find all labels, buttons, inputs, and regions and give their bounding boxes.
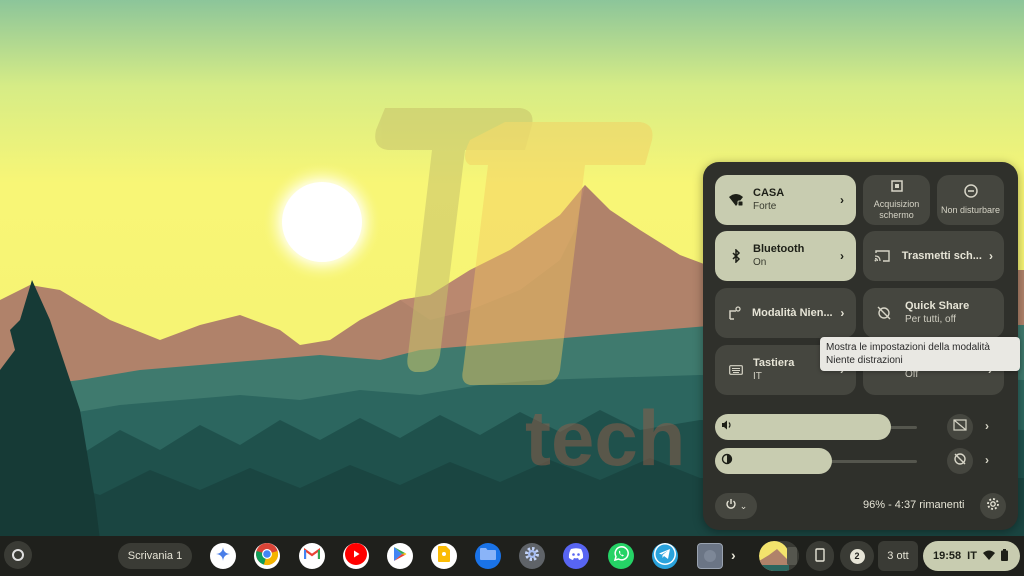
quick-share-status: Per tutti, off (905, 314, 956, 325)
date-tray[interactable]: 3 ott (878, 541, 918, 571)
focus-mode-tooltip: Mostra le impostazioni della modalità Ni… (820, 337, 1020, 371)
screen-capture-tile[interactable]: Acquisizion schermo (863, 175, 930, 225)
quick-share-tile[interactable]: Quick Share Per tutti, off (863, 288, 1004, 338)
gear-icon (986, 497, 1000, 516)
focus-mode-label: Modalità Nien... (751, 307, 833, 319)
power-menu-button[interactable]: ⌄ (715, 493, 757, 519)
app-whatsapp[interactable] (608, 543, 634, 569)
wifi-icon (982, 550, 995, 563)
input-method: IT (967, 550, 977, 562)
chrome-icon (255, 543, 279, 569)
cast-icon (867, 250, 898, 262)
holding-space-button[interactable] (759, 541, 799, 571)
app-generic[interactable] (697, 543, 723, 569)
quick-share-off-icon (867, 306, 901, 320)
watermark-text: tech (525, 394, 685, 482)
do-not-disturb-tile[interactable]: Non disturbare (937, 175, 1004, 225)
bluetooth-status: On (753, 257, 767, 268)
app-discord[interactable] (563, 543, 589, 569)
app-chrome[interactable] (254, 543, 280, 569)
bluetooth-label: Bluetooth (753, 243, 805, 255)
brightness-slider-row: › (715, 448, 1005, 474)
clock: 19:58 (933, 550, 962, 562)
screenshot-thumbnail-icon (759, 541, 799, 571)
keep-icon (438, 545, 450, 567)
display-settings-chevron-icon[interactable]: › (985, 453, 989, 467)
keyboard-layout: IT (753, 371, 762, 382)
discord-icon (568, 547, 584, 565)
notification-count-badge: 2 (849, 548, 865, 564)
shelf: Scrivania 1 › 2 3 ott 19:58 IT (0, 536, 1024, 576)
launcher-button[interactable] (4, 541, 32, 569)
audio-settings-chevron-icon[interactable]: › (985, 419, 989, 433)
app-play-store[interactable] (387, 543, 413, 569)
wifi-tile[interactable]: CASA Forte › (715, 175, 856, 225)
keyboard-icon (719, 365, 753, 375)
app-settings[interactable] (519, 543, 545, 569)
live-caption-off-button[interactable] (947, 414, 973, 440)
night-light-off-icon (953, 452, 967, 471)
wifi-network-name: CASA (753, 187, 785, 199)
wifi-lock-icon (719, 193, 753, 207)
app-telegram[interactable] (652, 543, 678, 569)
do-not-disturb-icon (963, 184, 978, 203)
files-icon (480, 547, 496, 565)
telegram-icon (653, 543, 677, 569)
night-light-off-button[interactable] (947, 448, 973, 474)
wifi-signal-strength: Forte (753, 201, 777, 212)
cast-tile[interactable]: Trasmetti sch... › (863, 231, 1004, 281)
app-files[interactable] (475, 543, 501, 569)
play-store-icon (393, 546, 407, 567)
do-not-disturb-label: Non disturbare (940, 205, 1001, 215)
phone-icon (815, 547, 825, 565)
battery-icon (1000, 548, 1008, 564)
app-youtube[interactable] (343, 543, 369, 569)
generic-app-icon (704, 550, 716, 562)
whatsapp-icon (613, 545, 629, 567)
youtube-icon (345, 543, 367, 569)
settings-app-icon (524, 546, 540, 567)
phone-hub-button[interactable] (806, 541, 834, 571)
app-gemini[interactable] (210, 543, 236, 569)
volume-slider[interactable] (715, 414, 891, 440)
screen-capture-icon (890, 179, 903, 197)
battery-status: 96% - 4:37 rimanenti (863, 499, 965, 511)
power-icon (725, 497, 737, 515)
app-keep[interactable] (431, 543, 457, 569)
quick-share-label: Quick Share (905, 300, 970, 312)
settings-button[interactable] (980, 493, 1006, 519)
gemini-icon (216, 546, 230, 566)
chevron-down-icon: ⌄ (739, 500, 748, 511)
chevron-right-icon[interactable]: › (832, 249, 852, 263)
brightness-slider[interactable] (715, 448, 832, 474)
live-caption-off-icon (953, 418, 967, 436)
bluetooth-icon (719, 249, 753, 263)
shelf-overflow-chevron-icon[interactable]: › (731, 547, 736, 563)
brightness-icon[interactable] (721, 452, 733, 470)
volume-icon[interactable] (721, 418, 733, 436)
notification-center-button[interactable]: 2 (840, 541, 874, 571)
volume-slider-row: › (715, 414, 1005, 440)
gmail-icon (303, 547, 321, 565)
chevron-right-icon[interactable]: › (833, 306, 852, 320)
focus-mode-icon (719, 306, 752, 320)
screen-capture-label: Acquisizion schermo (873, 199, 920, 220)
focus-mode-tile[interactable]: Modalità Nien... › (715, 288, 856, 338)
chevron-right-icon[interactable]: › (832, 193, 852, 207)
desk-button[interactable]: Scrivania 1 (118, 543, 192, 569)
launcher-icon (12, 549, 24, 561)
cast-label: Trasmetti sch... (901, 250, 982, 262)
app-gmail[interactable] (299, 543, 325, 569)
chevron-right-icon[interactable]: › (982, 249, 1000, 263)
bluetooth-tile[interactable]: Bluetooth On › (715, 231, 856, 281)
status-area[interactable]: 19:58 IT (923, 541, 1020, 571)
